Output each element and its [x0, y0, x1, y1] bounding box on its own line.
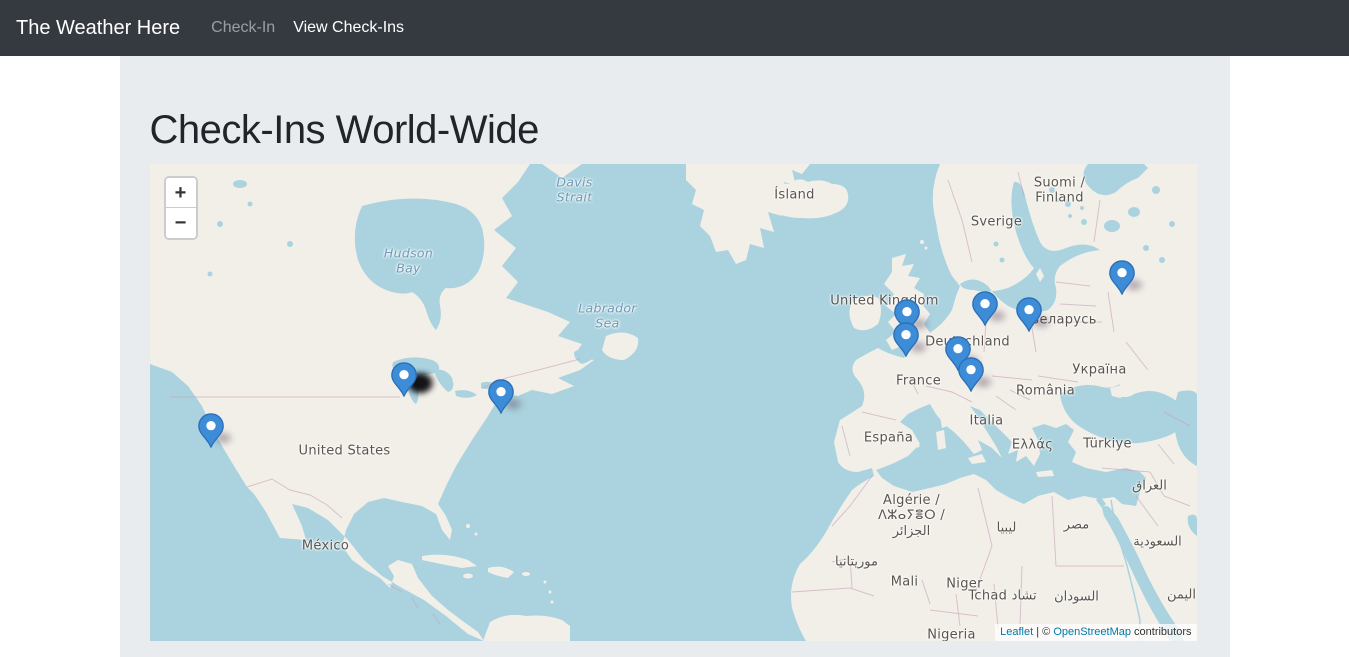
map-zoom-control: + − [164, 176, 198, 240]
page-title: Check-Ins World-Wide [150, 108, 1230, 153]
zoom-in-button[interactable]: + [166, 178, 196, 208]
navbar-brand[interactable]: The Weather Here [16, 17, 180, 40]
map-marker-icon[interactable] [892, 322, 920, 357]
map-marker-icon[interactable] [1015, 297, 1043, 332]
map-marker-icon[interactable] [390, 362, 418, 397]
content-container: Check-Ins World-Wide [120, 56, 1230, 657]
zoom-out-button[interactable]: − [166, 208, 196, 238]
map-marker-icon[interactable] [957, 357, 985, 392]
map-marker-icon[interactable] [487, 379, 515, 414]
map-attribution: Leaflet | © OpenStreetMap contributors [995, 624, 1196, 641]
map-tiles [150, 164, 1197, 641]
map-marker-icon[interactable] [1108, 260, 1136, 295]
nav-link-check-in[interactable]: Check-In [202, 11, 284, 45]
navbar: The Weather Here Check-In View Check-Ins [0, 0, 1349, 56]
attribution-separator: | © [1033, 626, 1053, 638]
map-marker-icon[interactable] [971, 291, 999, 326]
map-marker-icon[interactable] [197, 413, 225, 448]
nav-link-view-check-ins[interactable]: View Check-Ins [284, 11, 413, 45]
openstreetmap-link[interactable]: OpenStreetMap [1053, 626, 1131, 638]
attribution-suffix: contributors [1131, 626, 1192, 638]
leaflet-link[interactable]: Leaflet [1000, 626, 1033, 638]
map-viewport[interactable]: Davis StraitHudson BayLabrador SeaÍsland… [150, 164, 1197, 641]
